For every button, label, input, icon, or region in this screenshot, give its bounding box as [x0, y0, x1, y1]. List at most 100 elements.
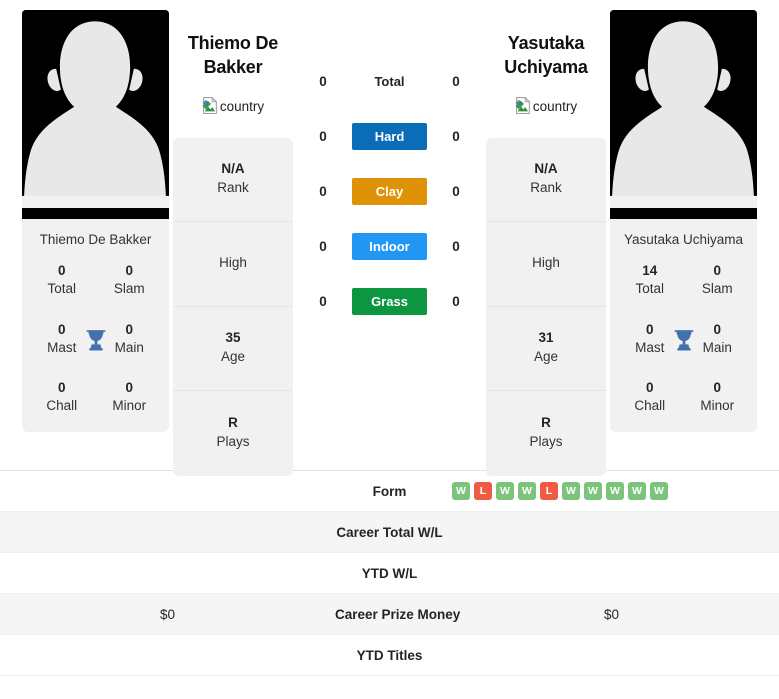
- left-value-ytd-titles: [0, 634, 335, 676]
- info-label: Plays: [529, 434, 563, 450]
- right-player-card: Yasutaka Uchiyama 14 Total 0 Slam 0 Mast: [606, 10, 761, 432]
- stat-value: 0: [713, 263, 721, 279]
- stat-cell: 0 Minor: [96, 379, 164, 415]
- avatar-silhouette-icon: [610, 10, 757, 209]
- left-player-photo: [22, 10, 169, 219]
- player-comparison-page: Thiemo De Bakker 0 Total 0 Slam 0 Mast 0…: [0, 0, 779, 699]
- stat-value: 14: [642, 263, 658, 279]
- info-row-plays: R Plays: [173, 391, 293, 476]
- surface-badge-indoor[interactable]: Indoor: [352, 233, 427, 260]
- left-surface-score: 0: [319, 239, 327, 254]
- row-label-career-total-wl: Career Total W/L: [334, 511, 445, 553]
- stat-value: 0: [125, 263, 133, 279]
- surface-badge-grass[interactable]: Grass: [352, 288, 427, 315]
- form-badge-loss: L: [474, 482, 493, 500]
- table-row-ytd-wl: YTD W/L: [0, 552, 779, 594]
- trophy-icon: [86, 330, 105, 351]
- info-row-high: High: [486, 222, 606, 307]
- info-value: 35: [225, 330, 241, 346]
- form-badge-win: W: [606, 482, 625, 500]
- stat-cell: 0 Chall: [616, 379, 684, 415]
- head-to-head-stats-table: Form WLWWLWWWWW Career Total W/L YTD W/L…: [0, 470, 779, 676]
- right-surface-score: 0: [452, 239, 460, 254]
- left-surface-score: 0: [319, 294, 327, 309]
- stat-value: 0: [57, 380, 66, 396]
- surface-badge-hard[interactable]: Hard: [352, 123, 427, 150]
- stat-value: 0: [57, 263, 66, 279]
- table-row-ytd-titles: YTD Titles: [0, 634, 779, 676]
- left-surface-score: 0: [319, 74, 327, 89]
- info-label: Rank: [217, 180, 249, 196]
- right-player-name-line2: Uchiyama: [504, 56, 588, 77]
- stat-label: Slam: [701, 281, 733, 297]
- right-info-stack: N/A Rank High 31 Age R Plays: [486, 137, 606, 476]
- left-value-ytd-wl: [0, 552, 335, 594]
- info-value: N/A: [534, 161, 558, 177]
- broken-image-icon: [202, 96, 218, 114]
- right-value-career-total-wl: [444, 511, 779, 553]
- right-surface-score: 0: [452, 129, 460, 144]
- form-badge-win: W: [496, 482, 515, 500]
- right-surface-score: 0: [452, 184, 460, 199]
- left-player-card-name: Thiemo De Bakker: [39, 232, 152, 247]
- stat-cell: 0 Minor: [684, 379, 752, 415]
- surface-badge-clay[interactable]: Clay: [352, 178, 427, 205]
- right-value-ytd-titles: [444, 634, 779, 676]
- right-player-card-name: Yasutaka Uchiyama: [623, 232, 744, 247]
- right-player-name: Yasutaka Uchiyama: [486, 32, 606, 80]
- right-country-alt-text: country: [532, 98, 578, 114]
- surface-badge-total: Total: [374, 74, 405, 89]
- right-player-titles-card: Yasutaka Uchiyama 14 Total 0 Slam 0 Mast: [610, 219, 757, 432]
- left-surface-score: 0: [319, 184, 327, 199]
- stat-cell: 0 Slam: [684, 262, 752, 298]
- form-badge-win: W: [518, 482, 537, 500]
- right-surface-score: 0: [452, 74, 460, 89]
- right-value-career-prize-money: $0: [444, 593, 779, 635]
- left-info-stack: N/A Rank High 35 Age R Plays: [173, 137, 293, 476]
- left-value-career-prize-money: $0: [0, 593, 335, 635]
- info-label: High: [532, 255, 560, 271]
- stat-label: Chall: [634, 398, 666, 414]
- left-player-name-line2: Bakker: [203, 56, 263, 77]
- info-value: N/A: [221, 161, 245, 177]
- surface-breakdown-column: 0 Total 0 0 Hard 0 0 Clay 0 0 Indoor 0 0: [293, 10, 486, 315]
- info-row-rank: N/A Rank: [486, 138, 606, 222]
- stat-cell: 0 Slam: [96, 262, 164, 298]
- avatar-silhouette-icon: [22, 10, 169, 209]
- table-row-career-prize-money: $0 Career Prize Money $0: [0, 593, 779, 635]
- info-row-age: 35 Age: [173, 307, 293, 391]
- right-value-ytd-wl: [444, 552, 779, 594]
- right-country-flag: country: [486, 96, 606, 114]
- stat-label: Total: [47, 281, 77, 297]
- stat-label: Minor: [700, 398, 735, 414]
- form-badge-win: W: [650, 482, 669, 500]
- row-label-ytd-titles: YTD Titles: [334, 634, 445, 676]
- surface-row-hard: 0 Hard 0: [293, 123, 486, 150]
- row-label-form: Form: [334, 470, 445, 512]
- form-badge-win: W: [584, 482, 603, 500]
- info-row-high: High: [173, 222, 293, 307]
- left-country-alt-text: country: [219, 98, 265, 114]
- stat-label: Total: [635, 281, 665, 297]
- right-titles-grid: 14 Total 0 Slam 0 Mast 0 Main 0 Chall 0 …: [616, 262, 751, 415]
- info-label: Rank: [530, 180, 562, 196]
- info-row-plays: R Plays: [486, 391, 606, 476]
- surface-row-clay: 0 Clay 0: [293, 178, 486, 205]
- info-label: Plays: [216, 434, 250, 450]
- info-value: R: [228, 415, 238, 431]
- left-country-flag: country: [173, 96, 293, 114]
- stat-value: 0: [713, 380, 721, 396]
- left-player-titles-card: Thiemo De Bakker 0 Total 0 Slam 0 Mast 0…: [22, 219, 169, 432]
- stat-value: 0: [645, 380, 654, 396]
- form-badge-loss: L: [540, 482, 559, 500]
- stat-label: Chall: [46, 398, 78, 414]
- row-label-career-prize-money: Career Prize Money: [334, 593, 460, 635]
- row-label-ytd-wl: YTD W/L: [334, 552, 445, 594]
- stat-cell: 0 Total: [28, 262, 96, 298]
- table-row-career-total-wl: Career Total W/L: [0, 511, 779, 553]
- info-label: Age: [533, 349, 559, 365]
- trophy-icon: [674, 330, 693, 351]
- info-value: 31: [538, 330, 554, 346]
- broken-image-icon: [515, 96, 531, 114]
- left-value-form: [0, 470, 335, 512]
